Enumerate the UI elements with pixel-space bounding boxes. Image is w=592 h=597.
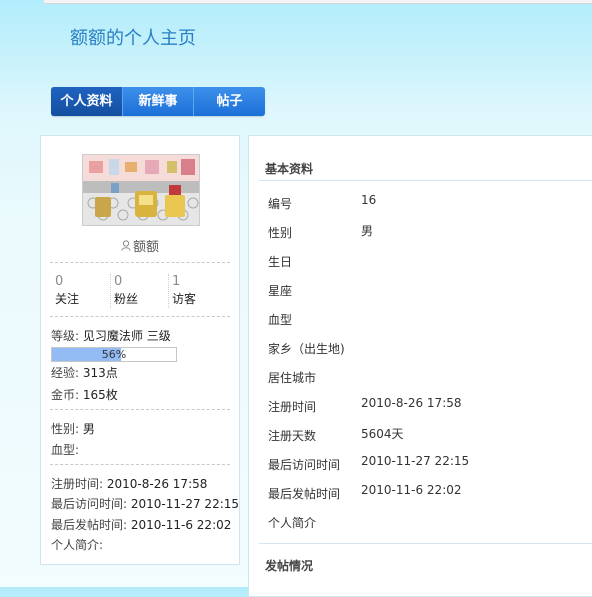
- exp-row: 经验: 313点: [51, 364, 118, 381]
- field-label: 性别: [268, 226, 293, 240]
- avatar-image: [83, 155, 199, 225]
- register-value: 2010-8-26 17:58: [106, 477, 208, 491]
- field-value: 男: [361, 224, 374, 238]
- last-post-row: 最后发帖时间: 2010-11-6 22:02: [51, 516, 231, 533]
- stat-following-label: 关注: [55, 292, 80, 306]
- blood-label: 血型:: [51, 443, 80, 457]
- profile-sidebar: 额额 0 关注 0 粉丝 1 访客 等级: 见习魔法师 三级 56% 经验: 3…: [40, 135, 240, 565]
- blood-row: 血型:: [51, 441, 79, 458]
- stats-row: 0 关注 0 粉丝 1 访客: [52, 274, 228, 308]
- username[interactable]: 额额: [41, 236, 239, 255]
- field-label: 编号: [268, 197, 293, 211]
- last-visit-row: 最后访问时间: 2010-11-27 22:15: [51, 495, 239, 512]
- profile-tabs: 个人资料 新鲜事 帖子: [51, 87, 265, 116]
- exp-label: 经验:: [51, 366, 80, 380]
- gender-row: 性别: 男: [51, 420, 95, 437]
- divider: [50, 262, 230, 263]
- last-post-value: 2010-11-6 22:02: [130, 518, 232, 532]
- field-label: 星座: [268, 284, 293, 298]
- stat-visitors[interactable]: 1 访客: [168, 274, 226, 308]
- field-value: 16: [361, 193, 377, 207]
- stat-following-count: 0: [55, 274, 64, 289]
- gender-label: 性别:: [51, 422, 80, 436]
- gender-value: 男: [82, 422, 95, 436]
- register-row: 注册时间: 2010-8-26 17:58: [51, 475, 207, 492]
- field-value: 2010-11-27 22:15: [361, 454, 470, 468]
- field-label: 个人简介: [268, 516, 317, 530]
- last-visit-label: 最后访问时间:: [51, 497, 128, 511]
- stat-followers[interactable]: 0 粉丝: [110, 274, 168, 308]
- intro-row: 个人简介:: [51, 536, 103, 553]
- coin-value: 165枚: [82, 388, 118, 402]
- divider: [50, 464, 230, 465]
- last-visit-value: 2010-11-27 22:15: [130, 497, 240, 511]
- stat-visitors-count: 1: [172, 274, 181, 289]
- field-label: 血型: [268, 313, 293, 327]
- avatar[interactable]: [82, 154, 200, 226]
- stat-visitors-label: 访客: [172, 292, 197, 306]
- stat-followers-label: 粉丝: [114, 292, 139, 306]
- page-title: 额额的个人主页: [70, 28, 196, 49]
- section-divider: [259, 543, 592, 544]
- divider: [50, 316, 230, 317]
- level-progress-bar: 56%: [51, 347, 177, 362]
- basic-info-title: 基本资料: [265, 162, 314, 176]
- exp-value: 313点: [82, 366, 118, 380]
- section-divider: [259, 180, 592, 181]
- field-label: 家乡（出生地): [268, 342, 345, 356]
- level-row: 等级: 见习魔法师 三级: [51, 327, 171, 344]
- register-label: 注册时间:: [51, 477, 104, 491]
- top-bar: [44, 0, 592, 4]
- field-value: 2010-11-6 22:02: [361, 483, 462, 497]
- username-text: 额额: [132, 240, 159, 255]
- field-label: 最后访问时间: [268, 458, 341, 472]
- field-label: 居住城市: [268, 371, 317, 385]
- field-label: 注册时间: [268, 400, 317, 414]
- tab-news[interactable]: 新鲜事: [122, 87, 193, 116]
- tab-profile[interactable]: 个人资料: [51, 87, 122, 116]
- field-label: 注册天数: [268, 429, 317, 443]
- level-value: 见习魔法师 三级: [82, 329, 171, 343]
- stat-following[interactable]: 0 关注: [52, 274, 110, 308]
- basic-info-panel: 基本资料 编号 16 性别 男 生日 星座 血型 家乡（出生地) 居住城市 注册…: [248, 135, 592, 597]
- last-post-label: 最后发帖时间:: [51, 518, 128, 532]
- level-label: 等级:: [51, 329, 80, 343]
- coin-label: 金币:: [51, 388, 80, 402]
- divider: [50, 409, 230, 410]
- field-value: 5604天: [361, 427, 404, 441]
- field-label: 最后发帖时间: [268, 487, 341, 501]
- stat-followers-count: 0: [114, 274, 123, 289]
- coin-row: 金币: 165枚: [51, 386, 118, 403]
- tab-posts[interactable]: 帖子: [193, 87, 265, 116]
- field-label: 生日: [268, 255, 293, 269]
- level-progress-text: 56%: [101, 348, 127, 361]
- field-value: 2010-8-26 17:58: [361, 396, 462, 410]
- intro-label: 个人简介:: [51, 538, 104, 552]
- user-icon: [121, 240, 131, 255]
- posts-section-title: 发帖情况: [265, 559, 314, 573]
